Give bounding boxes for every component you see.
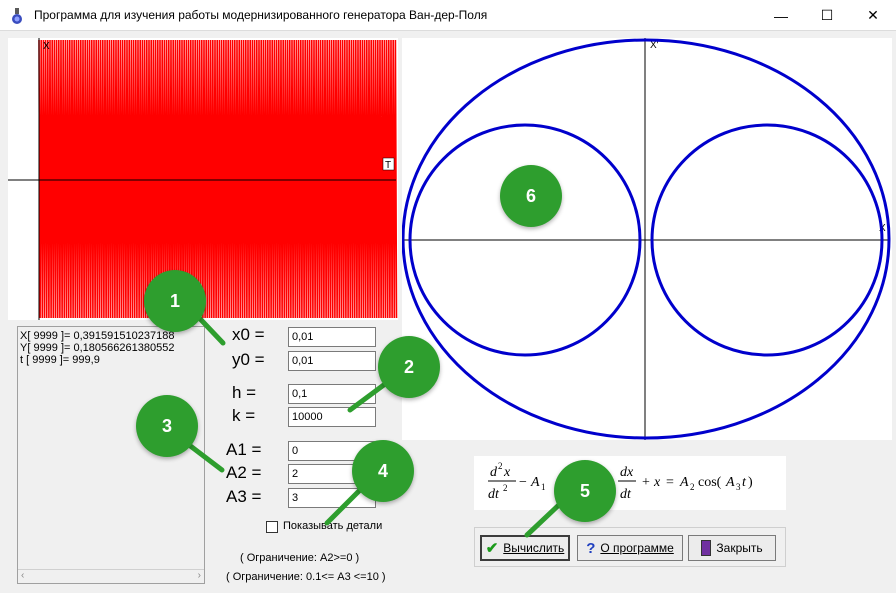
close-button[interactable]: Закрыть [688,535,776,561]
svg-text:−: − [519,475,527,490]
question-icon: ? [586,539,596,557]
svg-text:d: d [490,465,498,480]
signal-trace [38,39,398,319]
h-field[interactable] [288,384,376,404]
badge-6: 6 [500,165,562,227]
a3-label: A3 = [226,487,262,506]
svg-text:A: A [530,475,540,490]
log-horizontal-scrollbar[interactable]: ‹ › [18,569,204,583]
svg-text:): ) [748,475,753,490]
a2-label: A2 = [226,463,262,482]
svg-text:3: 3 [736,482,741,492]
k-label: k = [232,406,256,425]
svg-text:dt: dt [620,487,632,502]
a1-label: A1 = [226,440,262,459]
log-line-y: Y[ 9999 ]= 0,180566261380552 [20,342,175,354]
t-axis-label: T [385,160,391,171]
log-line-t: t [ 9999 ]= 999,9 [20,354,100,366]
a3-constraint: ( Ограничение: 0.1<= A3 <=10 ) [226,571,386,583]
phase-plot: X' X [402,38,892,440]
equation-image: d2x dt 2 − A 1 dx dt + x = A2 cos(A 3 t) [488,461,753,502]
svg-text:cos(: cos( [698,475,722,490]
badge-4: 4 [352,440,414,502]
maximize-button[interactable]: ☐ [804,0,850,31]
window-title: Программа для изучения работы модернизир… [34,8,488,22]
y0-field[interactable] [288,351,376,371]
svg-text:=: = [666,475,674,490]
about-label: О программе [600,541,674,555]
svg-text:A: A [725,475,735,490]
calculate-label: Вычислить [503,541,565,555]
close-label: Закрыть [716,541,763,555]
title-bar: Программа для изучения работы модернизир… [0,0,896,31]
close-window-button[interactable]: ✕ [850,0,896,31]
svg-text:x: x [503,465,511,480]
scroll-left-icon[interactable]: ‹ [21,570,24,582]
svg-text:dt: dt [488,487,500,502]
time-plot: X T [8,38,398,320]
badge-3: 3 [136,395,198,457]
scroll-right-icon[interactable]: › [198,570,201,582]
phase-outer-loop [402,38,891,440]
door-exit-icon [701,540,712,556]
time-plot-canvas: X T [8,38,398,320]
svg-text:t: t [742,475,747,490]
a2-constraint: ( Ограничение: A2>=0 ) [240,552,360,564]
y0-label: y0 = [232,350,265,369]
calculate-button[interactable]: ✔ Вычислить [480,535,570,561]
show-details-checkbox[interactable] [266,521,278,533]
x0-field[interactable] [288,327,376,347]
show-details-label[interactable]: Показывать детали [283,520,382,532]
svg-text:dx: dx [620,465,634,480]
x0-label: x0 = [232,325,265,344]
svg-text:2: 2 [503,483,508,493]
badge-2: 2 [378,336,440,398]
svg-text:A: A [679,475,689,490]
equation-display: d2x dt 2 − A 1 dx dt + x = A2 cos(A 3 t) [474,456,786,510]
svg-text:2: 2 [690,482,695,492]
badge-1: 1 [144,270,206,332]
svg-text:+: + [642,475,650,490]
x-axis-label: X [43,41,50,52]
h-label: h = [232,383,257,402]
svg-text:2: 2 [498,461,503,471]
badge-5: 5 [554,460,616,522]
signal-path [38,39,398,319]
minimize-button[interactable]: — [758,0,804,31]
checkmark-icon: ✔ [485,540,499,557]
svg-text:1: 1 [541,482,546,492]
phase-plot-canvas: X' X [402,38,891,440]
svg-text:x: x [653,475,661,490]
flask-icon [12,8,22,24]
k-field[interactable] [288,407,376,427]
about-button[interactable]: ? О программе [577,535,683,561]
